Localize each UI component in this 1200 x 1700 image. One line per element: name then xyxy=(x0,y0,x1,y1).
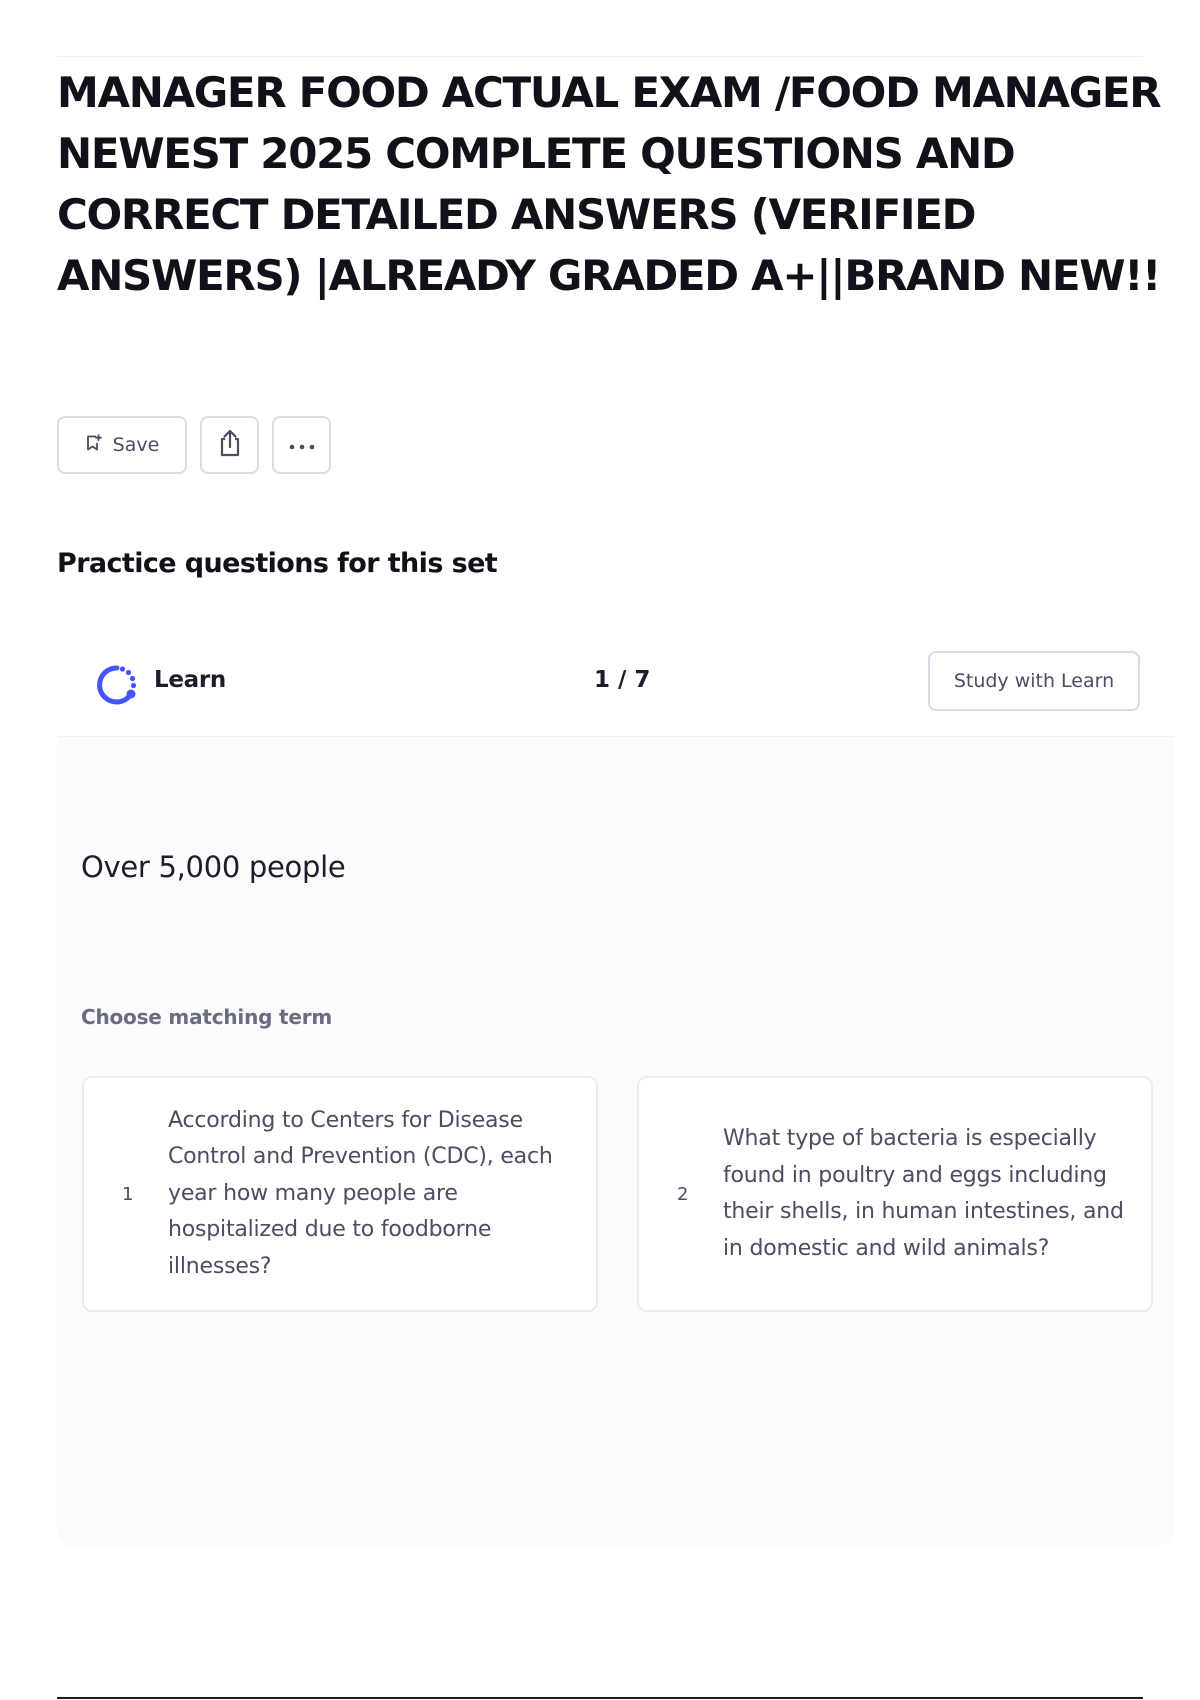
answer-option-1[interactable]: 1 According to Centers for Disease Contr… xyxy=(82,1076,598,1312)
study-with-learn-button[interactable]: Study with Learn xyxy=(928,651,1140,711)
question-counter: 1 / 7 xyxy=(594,667,651,693)
bottom-divider xyxy=(57,1697,1143,1699)
option-number: 1 xyxy=(122,1183,134,1205)
practice-section-title: Practice questions for this set xyxy=(57,548,498,579)
share-button[interactable] xyxy=(200,416,259,474)
set-toolbar: Save xyxy=(57,416,331,474)
more-options-button[interactable] xyxy=(272,416,331,474)
more-icon xyxy=(288,436,316,455)
question-prompt: Over 5,000 people xyxy=(81,850,346,884)
save-button[interactable]: Save xyxy=(57,416,187,474)
learn-mode-label: Learn xyxy=(154,667,226,693)
answer-option-2[interactable]: 2 What type of bacteria is especially fo… xyxy=(637,1076,1153,1312)
learn-icon xyxy=(95,663,139,711)
bookmark-plus-icon xyxy=(85,433,103,457)
option-text: What type of bacteria is especially foun… xyxy=(723,1126,1124,1261)
share-icon xyxy=(216,428,244,462)
instruction-label: Choose matching term xyxy=(81,1005,333,1029)
top-divider xyxy=(57,56,1143,57)
option-text: According to Centers for Disease Control… xyxy=(168,1107,553,1279)
option-number: 2 xyxy=(677,1183,689,1205)
save-label: Save xyxy=(112,434,160,456)
practice-panel-header: Learn 1 / 7 Study with Learn xyxy=(57,626,1174,736)
page-title: MANAGER FOOD ACTUAL EXAM /FOOD MANAGER N… xyxy=(57,68,1162,300)
